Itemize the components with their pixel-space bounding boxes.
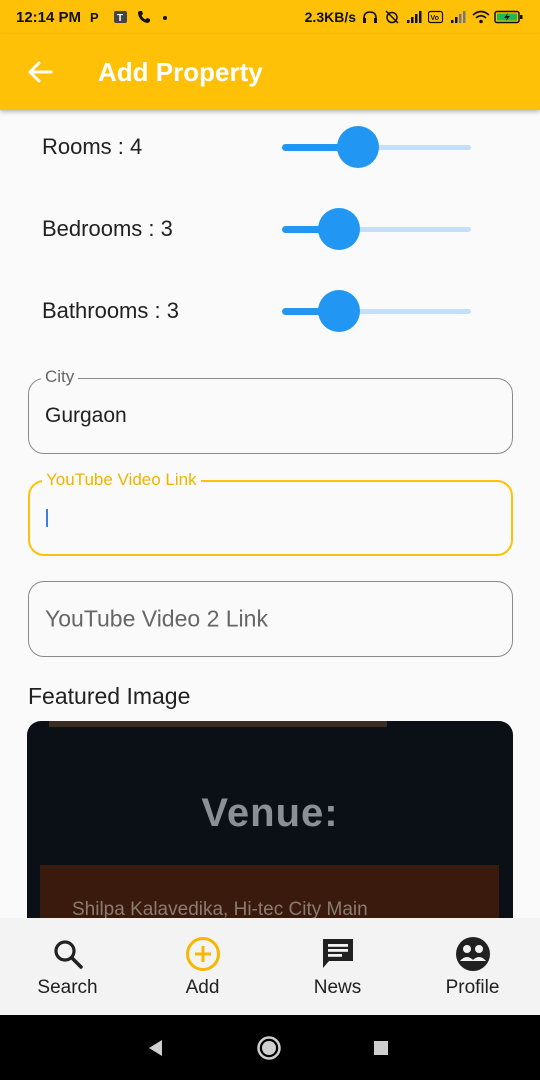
- youtube-link-field-label: YouTube Video Link: [42, 470, 201, 490]
- nav-item-news[interactable]: News: [270, 918, 405, 1015]
- bathrooms-slider[interactable]: [282, 290, 471, 332]
- nav-item-profile[interactable]: Profile: [405, 918, 540, 1015]
- form-content[interactable]: Rooms : 4 Bedrooms : 3 Bathrooms : 3 Cit…: [0, 110, 540, 918]
- youtube-link-2-field[interactable]: YouTube Video 2 Link: [28, 581, 513, 657]
- status-time: 12:14 PM: [16, 8, 82, 26]
- image-top-strip: [49, 721, 387, 727]
- nav-label-profile: Profile: [445, 976, 500, 998]
- system-home-button[interactable]: [256, 1035, 282, 1061]
- nav-label-news: News: [313, 976, 362, 998]
- city-field-value[interactable]: Gurgaon: [45, 404, 127, 428]
- arrow-back-icon: [28, 61, 53, 83]
- city-field-label: City: [41, 367, 79, 387]
- paytm-notification-icon: P: [89, 10, 105, 25]
- status-bar: 12:14 PM P T 2.3KB/s Vo: [0, 0, 540, 34]
- circle-home-icon: [257, 1035, 281, 1060]
- back-button[interactable]: [20, 52, 60, 92]
- system-back-button[interactable]: [146, 1038, 166, 1058]
- network-speed: 2.3KB/s: [304, 9, 356, 25]
- nav-label-search: Search: [37, 976, 98, 998]
- headphones-icon: [362, 10, 378, 24]
- youtube-link-2-placeholder: YouTube Video 2 Link: [45, 605, 268, 632]
- search-icon: [49, 935, 87, 973]
- svg-text:T: T: [117, 13, 123, 24]
- rooms-row: Rooms : 4: [0, 117, 540, 177]
- app-bar: Add Property: [0, 34, 540, 110]
- bedrooms-slider[interactable]: [282, 208, 471, 250]
- bottom-navigation: Search Add News Profile: [0, 918, 540, 1015]
- system-recents-button[interactable]: [372, 1039, 390, 1057]
- system-navigation-bar: [0, 1015, 540, 1080]
- slider-thumb[interactable]: [317, 208, 360, 250]
- wifi-icon: [472, 10, 490, 24]
- dot-icon: [161, 10, 177, 24]
- bedrooms-row: Bedrooms : 3: [0, 199, 540, 259]
- featured-image-title: Featured Image: [28, 683, 191, 709]
- featured-image[interactable]: Venue: Shilpa Kalavedika, Hi-tec City Ma…: [27, 721, 513, 918]
- svg-text:P: P: [90, 10, 99, 24]
- slider-thumb[interactable]: [317, 290, 360, 332]
- nav-item-search[interactable]: Search: [0, 918, 135, 1015]
- group-icon: [454, 935, 492, 973]
- youtube-link-field[interactable]: YouTube Video Link: [28, 470, 513, 556]
- city-field[interactable]: City Gurgaon: [28, 367, 513, 454]
- nav-item-add[interactable]: Add: [135, 918, 270, 1015]
- page-title: Add Property: [98, 56, 263, 87]
- add-circle-icon: [184, 935, 222, 973]
- signal-1-icon: [406, 10, 422, 24]
- triangle-back-icon: [149, 1039, 162, 1056]
- venue-heading: Venue:: [201, 791, 339, 835]
- chat-icon: [319, 935, 357, 973]
- bedrooms-label: Bedrooms : 3: [42, 216, 173, 241]
- bathrooms-row: Bathrooms : 3: [0, 281, 540, 341]
- slider-thumb[interactable]: [336, 126, 379, 168]
- teams-notification-icon: T: [113, 10, 129, 24]
- rooms-slider[interactable]: [282, 126, 471, 168]
- venue-address: Shilpa Kalavedika, Hi-tec City Main: [72, 899, 368, 918]
- bathrooms-label: Bathrooms : 3: [42, 298, 179, 323]
- signal-2-icon: [450, 10, 466, 24]
- phone-icon: [137, 10, 153, 24]
- svg-text:Vo: Vo: [431, 15, 439, 22]
- volte-icon: Vo: [427, 10, 444, 24]
- rooms-label: Rooms : 4: [42, 134, 143, 159]
- nav-label-add: Add: [185, 976, 220, 998]
- text-cursor: [46, 509, 48, 527]
- square-recents-icon: [374, 1040, 388, 1055]
- battery-charging-icon: [494, 10, 524, 24]
- alarm-off-icon: [384, 10, 400, 24]
